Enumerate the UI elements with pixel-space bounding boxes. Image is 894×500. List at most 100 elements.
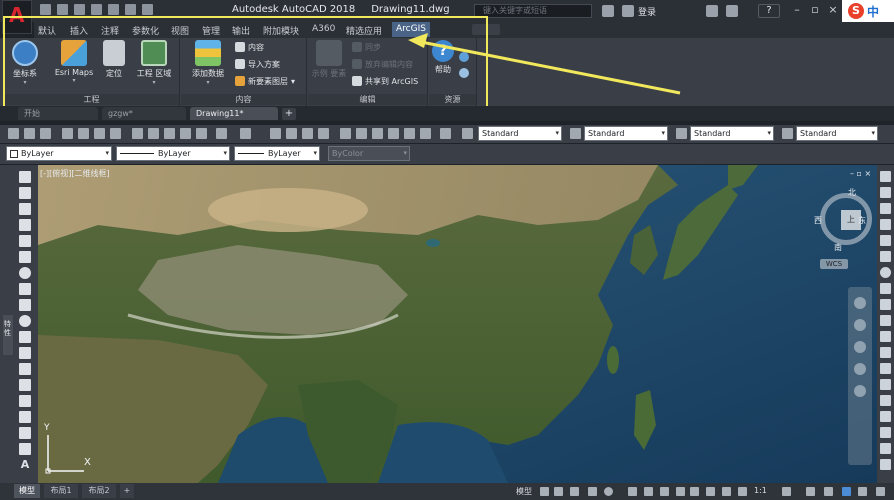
- mirror-icon[interactable]: [880, 203, 891, 214]
- sogou-ime-bar[interactable]: S 中: [842, 0, 894, 22]
- point-icon[interactable]: [19, 379, 31, 391]
- publish-icon[interactable]: [94, 128, 105, 139]
- join-icon[interactable]: [880, 363, 891, 374]
- properties-icon[interactable]: [340, 128, 351, 139]
- rotate-icon[interactable]: [880, 267, 891, 278]
- make-block-icon[interactable]: [19, 363, 31, 375]
- polyline-icon[interactable]: [19, 203, 31, 215]
- model-space-toggle[interactable]: 模型: [516, 486, 532, 497]
- arc-icon[interactable]: [19, 251, 31, 263]
- pan-icon[interactable]: [270, 128, 281, 139]
- auto-scale-icon[interactable]: [738, 487, 747, 496]
- region-icon[interactable]: [19, 427, 31, 439]
- arcgis-online-button[interactable]: [459, 51, 469, 63]
- add-data-button[interactable]: 添加数据 ▾: [185, 40, 231, 86]
- chamfer-icon[interactable]: [880, 379, 891, 390]
- undo-icon[interactable]: [216, 128, 227, 139]
- construction-line-icon[interactable]: [19, 187, 31, 199]
- zoom-extents-icon[interactable]: [854, 341, 866, 353]
- circle-icon[interactable]: [19, 267, 31, 279]
- lineweight-select[interactable]: ByLayer ▾: [234, 146, 320, 161]
- sheet-set-icon[interactable]: [388, 128, 399, 139]
- search-input[interactable]: 键入关键字或短语: [474, 4, 592, 18]
- gradient-icon[interactable]: [19, 411, 31, 423]
- tab-view[interactable]: 视图: [171, 24, 189, 37]
- ellipse-arc-icon[interactable]: [19, 331, 31, 343]
- object-snap-tracking-icon[interactable]: [644, 487, 653, 496]
- isometric-icon[interactable]: [628, 487, 637, 496]
- doc-tab-gzgw[interactable]: gzgw*: [102, 107, 186, 120]
- login-button[interactable]: 登录: [638, 5, 656, 18]
- move-icon[interactable]: [880, 251, 891, 262]
- snap-mode-icon[interactable]: [554, 487, 563, 496]
- wcs-menu[interactable]: WCS: [820, 259, 848, 269]
- tab-manage[interactable]: 管理: [202, 24, 220, 37]
- undo-icon[interactable]: [125, 4, 136, 15]
- sync-button[interactable]: 同步: [352, 41, 381, 53]
- layout-tab-layout2[interactable]: 布局2: [82, 484, 116, 498]
- redo-icon[interactable]: [240, 128, 251, 139]
- new-feature-layer-button[interactable]: 新要素图层 ▾: [235, 75, 295, 87]
- new-file-icon[interactable]: [8, 128, 19, 139]
- linetype-select[interactable]: ByLayer ▾: [116, 146, 230, 161]
- doc-tab-drawing11[interactable]: Drawing11*: [190, 107, 278, 120]
- hatch-icon[interactable]: [19, 395, 31, 407]
- viewport-controls[interactable]: – ▫ ×: [850, 169, 871, 178]
- print-preview-icon[interactable]: [78, 128, 89, 139]
- arcgis-settings-button[interactable]: [459, 67, 469, 79]
- new-tab-button[interactable]: +: [282, 108, 296, 120]
- offset-icon[interactable]: [880, 219, 891, 230]
- redo-icon[interactable]: [142, 4, 153, 15]
- compass-north[interactable]: 北: [848, 187, 856, 198]
- plot-icon[interactable]: [108, 4, 119, 15]
- drawing-viewport[interactable]: [-][俯视][二维线框] – ▫ × 上 北 西 东 南 WCS Y X: [38, 165, 877, 483]
- mtext-icon[interactable]: A: [19, 459, 31, 471]
- application-menu-button[interactable]: A: [2, 0, 32, 34]
- tab-output[interactable]: 输出: [232, 24, 250, 37]
- tab-parametric[interactable]: 参数化: [132, 24, 159, 37]
- rectangle-icon[interactable]: [19, 235, 31, 247]
- tab-addins[interactable]: 附加模块: [263, 24, 299, 37]
- mleader-style-select[interactable]: Standard ▾: [796, 126, 878, 141]
- viewport-label[interactable]: [-][俯视][二维线框]: [40, 168, 110, 179]
- save-as-icon[interactable]: [91, 4, 102, 15]
- restore-icon[interactable]: ▫: [808, 3, 822, 17]
- new-icon[interactable]: [40, 4, 51, 15]
- esri-maps-button[interactable]: Esri Maps ▾: [50, 40, 98, 84]
- layout-tab-model[interactable]: 模型: [14, 484, 40, 498]
- tab-a360[interactable]: A360: [312, 24, 335, 34]
- compass-east[interactable]: 东: [858, 215, 866, 226]
- calculator-icon[interactable]: [420, 128, 431, 139]
- quick-properties-icon[interactable]: [842, 487, 851, 496]
- search-icon[interactable]: [602, 5, 614, 17]
- close-icon[interactable]: ×: [826, 3, 840, 17]
- print-icon[interactable]: [62, 128, 73, 139]
- copy-icon[interactable]: [148, 128, 159, 139]
- annotation-visibility-icon[interactable]: [722, 487, 731, 496]
- extend-icon[interactable]: [880, 331, 891, 342]
- annotation-scale-value[interactable]: 1:1: [754, 486, 767, 495]
- polar-tracking-icon[interactable]: [604, 487, 613, 496]
- project-area-button[interactable]: 工程 区域 ▾: [132, 40, 176, 86]
- feature-edit-button[interactable]: 示例 要素: [308, 40, 350, 79]
- open-file-icon[interactable]: [24, 128, 35, 139]
- trim-icon[interactable]: [880, 315, 891, 326]
- match-properties-icon[interactable]: [180, 128, 191, 139]
- text-style-select[interactable]: Standard ▾: [478, 126, 562, 141]
- compass-south[interactable]: 南: [834, 242, 842, 253]
- tab-arcgis[interactable]: ArcGIS: [392, 22, 430, 37]
- help-arcgis-button[interactable]: ? 帮助: [429, 40, 457, 75]
- infer-constraints-icon[interactable]: [570, 487, 579, 496]
- polygon-icon[interactable]: [19, 219, 31, 231]
- ribbon-options-icon[interactable]: [472, 24, 500, 35]
- pan-nav-icon[interactable]: [854, 319, 866, 331]
- import-scheme-button[interactable]: 导入方案: [235, 58, 280, 70]
- tab-featured-apps[interactable]: 精选应用: [346, 24, 382, 37]
- layout-tab-layout1[interactable]: 布局1: [44, 484, 78, 498]
- save-icon[interactable]: [74, 4, 85, 15]
- tool-palettes-icon[interactable]: [372, 128, 383, 139]
- workspace-switch-icon[interactable]: [782, 487, 791, 496]
- help-toolbar-icon[interactable]: [440, 128, 451, 139]
- minimize-icon[interactable]: –: [790, 3, 804, 17]
- fillet-icon[interactable]: [880, 395, 891, 406]
